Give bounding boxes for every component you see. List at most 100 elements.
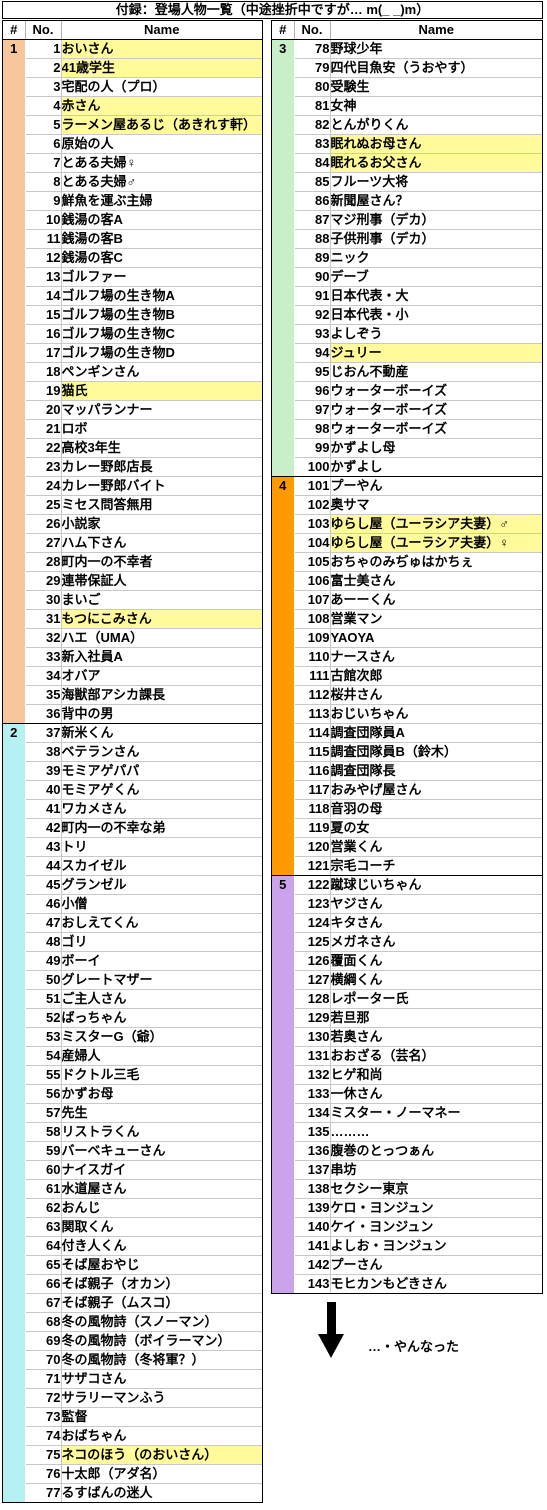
cell-group — [272, 780, 295, 799]
cell-group — [3, 951, 26, 970]
cell-no: 26 — [25, 514, 62, 534]
cell-no: 100 — [294, 457, 331, 477]
cell-group — [3, 1407, 26, 1426]
cell-name: 背中の男 — [61, 704, 262, 724]
footer-note: …・やんなった — [368, 1339, 460, 1354]
cell-no: 62 — [25, 1198, 62, 1218]
cell-no: 63 — [25, 1217, 62, 1237]
cell-group — [3, 1141, 26, 1160]
cell-name: サザコさん — [61, 1369, 262, 1389]
cell-name: じおん不動産 — [330, 362, 542, 382]
table-row: 36 背中の男 — [3, 704, 262, 724]
cell-no: 114 — [294, 723, 331, 743]
table-row: 123 ヤジさん — [272, 894, 542, 914]
table-row: 27 ハム下さん — [3, 533, 262, 553]
table-row: 92 日本代表・小 — [272, 305, 542, 325]
cell-no: 43 — [25, 837, 62, 857]
cell-no: 78 — [294, 39, 331, 59]
cell-group — [272, 571, 295, 590]
table-row: 89 ニック — [272, 248, 542, 268]
table-row: 25 ミセス問答無用 — [3, 495, 262, 515]
cell-name: 覆面くん — [330, 951, 542, 971]
cell-group — [272, 457, 295, 477]
cell-group — [3, 970, 26, 989]
arrow-shaft — [327, 1302, 336, 1336]
table-row: 108 営業マン — [272, 609, 542, 629]
cell-group — [3, 1217, 26, 1236]
cell-name: おしえてくん — [61, 913, 262, 933]
cell-name: 調査団隊員A — [330, 723, 542, 743]
cell-no: 125 — [294, 932, 331, 952]
table-row: 136 腹巻のとっつぁん — [272, 1141, 542, 1161]
table-row: 33 新入社員A — [3, 647, 262, 667]
cell-group — [272, 324, 295, 343]
cell-name: ゴルフ場の生き物D — [61, 343, 262, 363]
cell-no: 111 — [294, 666, 331, 686]
cell-no: 120 — [294, 837, 331, 857]
table-row: 99 かずよし母 — [272, 438, 542, 458]
table-row: 119 夏の女 — [272, 818, 542, 838]
cell-group — [272, 609, 295, 628]
table-row: 4 赤さん — [3, 96, 262, 116]
arrow-head — [318, 1334, 344, 1358]
cell-name: 町内一の不幸者 — [61, 552, 262, 572]
cell-name: 宗毛コーチ — [330, 856, 542, 876]
cell-no: 32 — [25, 628, 62, 648]
cell-name: 付き人くん — [61, 1236, 262, 1256]
table-row: 17 ゴルフ場の生き物D — [3, 343, 262, 363]
cell-group — [272, 856, 295, 876]
cell-no: 84 — [294, 153, 331, 173]
table-row: 63 関取くん — [3, 1217, 262, 1237]
cell-group — [3, 476, 26, 495]
cell-no: 48 — [25, 932, 62, 952]
cell-no: 99 — [294, 438, 331, 458]
character-table-left: # No. Name 1 1 おいさん 2 41歳学生 3 宅配の人（プロ） 4 赤さん 5 ラーメ… — [2, 20, 263, 1503]
cell-name: ゆらし屋（ユーラシア夫妻）♂ — [330, 514, 542, 534]
table-row: 79 四代目魚安（うおやす） — [272, 58, 542, 78]
cell-group — [3, 457, 26, 476]
cell-name: 銭湯の客C — [61, 248, 262, 268]
cell-name: 蹴球じいちゃん — [330, 875, 542, 895]
cell-name: 赤さん — [61, 96, 262, 116]
cell-group — [3, 1008, 26, 1027]
cell-no: 46 — [25, 894, 62, 914]
cell-name: そば親子（ムスコ） — [61, 1293, 262, 1313]
table-row: 107 あーーくん — [272, 590, 542, 610]
cell-name: 四代目魚安（うおやす） — [330, 58, 542, 78]
cell-no: 85 — [294, 172, 331, 192]
table-row: 1 1 おいさん — [3, 39, 262, 59]
table-row: 34 オバア — [3, 666, 262, 686]
cell-no: 30 — [25, 590, 62, 610]
cell-name: 営業くん — [330, 837, 542, 857]
table-row: 95 じおん不動産 — [272, 362, 542, 382]
cell-name: ゆらし屋（ユーラシア夫妻）♀ — [330, 533, 542, 553]
cell-name: 夏の女 — [330, 818, 542, 838]
cell-group — [3, 1426, 26, 1445]
cell-no: 64 — [25, 1236, 62, 1256]
cell-name: 新入社員A — [61, 647, 262, 667]
cell-no: 7 — [25, 153, 62, 173]
cell-group — [272, 1274, 295, 1293]
cell-name: ナイスガイ — [61, 1160, 262, 1180]
cell-no: 97 — [294, 400, 331, 420]
cell-group — [3, 704, 26, 724]
cell-group — [3, 286, 26, 305]
table-row: 28 町内一の不幸者 — [3, 552, 262, 572]
cell-name: ウォーターボーイズ — [330, 400, 542, 420]
table-row: 5 ラーメン屋あるじ（あきれす軒） — [3, 115, 262, 135]
cell-no: 41 — [25, 799, 62, 819]
cell-no: 27 — [25, 533, 62, 553]
cell-no: 47 — [25, 913, 62, 933]
cell-no: 134 — [294, 1103, 331, 1123]
cell-name: 子供刑事（デカ） — [330, 229, 542, 249]
cell-name: フルーツ大将 — [330, 172, 542, 192]
table-row: 22 高校3年生 — [3, 438, 262, 458]
cell-name: デーブ — [330, 267, 542, 287]
table-row: 121 宗毛コーチ — [272, 856, 542, 876]
table-row: 16 ゴルフ場の生き物C — [3, 324, 262, 344]
table-row: 18 ペンギンさん — [3, 362, 262, 382]
table-row: 81 女神 — [272, 96, 542, 116]
table-row: 133 一休さん — [272, 1084, 542, 1104]
cell-no: 36 — [25, 704, 62, 724]
page-root: 付録：登場人物一覧（中途挫折中ですが… m(_ _)m） # No. Name … — [0, 0, 547, 1510]
